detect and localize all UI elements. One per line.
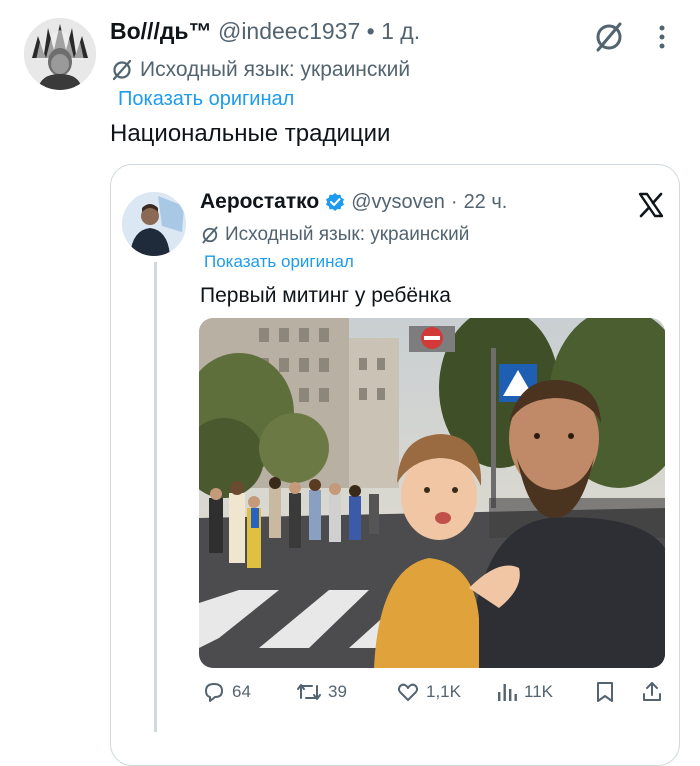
quoted-author-line[interactable]: Аеростатко @vysoven · 22 ч. xyxy=(200,190,507,214)
quoted-timestamp[interactable]: 22 ч. xyxy=(464,191,508,214)
more-icon[interactable] xyxy=(652,22,672,52)
like-count: 1,1K xyxy=(426,682,461,701)
verified-badge-icon xyxy=(326,193,345,211)
outer-timestamp[interactable]: 1 д. xyxy=(381,18,420,44)
bookmark-icon xyxy=(597,682,613,702)
bookmark-button[interactable] xyxy=(594,680,616,704)
like-icon xyxy=(397,683,419,701)
like-button[interactable]: 1,1K xyxy=(396,680,461,704)
quoted-translation-label: Исходный язык: украинский xyxy=(225,224,470,245)
outer-author-line[interactable]: Во///дь™ @indeec1937 • 1 д. xyxy=(110,18,420,45)
reply-count: 64 xyxy=(232,682,251,701)
outer-translation-note: Исходный язык: украинский xyxy=(110,58,410,82)
tweet-action-bar: 64 39 1,1K 11K xyxy=(198,680,668,710)
quoted-show-original-link[interactable]: Показать оригинал xyxy=(204,252,354,272)
outer-handle[interactable]: @indeec1937 xyxy=(218,18,360,44)
tweet-photo[interactable] xyxy=(199,318,665,668)
outer-separator: • xyxy=(366,18,375,44)
quoted-author-avatar[interactable] xyxy=(122,192,186,256)
quoted-separator: · xyxy=(450,190,458,213)
outer-translation-label: Исходный язык: украинский xyxy=(140,58,411,81)
outer-author-name[interactable]: Во///дь™ xyxy=(110,18,212,44)
x-logo-icon[interactable] xyxy=(636,190,666,220)
reply-button[interactable]: 64 xyxy=(202,680,251,704)
repost-button[interactable]: 39 xyxy=(296,680,347,704)
share-icon xyxy=(643,682,661,701)
outer-author-avatar[interactable] xyxy=(24,18,96,90)
reply-icon xyxy=(205,683,223,702)
grok-icon[interactable] xyxy=(592,20,626,54)
thread-line xyxy=(154,262,157,732)
translate-icon xyxy=(202,226,218,244)
quoted-tweet-text: Первый митинг у ребёнка xyxy=(200,284,451,307)
translate-icon xyxy=(112,59,132,81)
share-button[interactable] xyxy=(640,680,664,704)
views-icon xyxy=(498,684,517,701)
outer-show-original-link[interactable]: Показать оригинал xyxy=(118,88,294,111)
outer-tweet-text: Национальные традиции xyxy=(110,120,391,147)
quoted-author-name[interactable]: Аеростатко xyxy=(200,190,319,214)
views-count: 11K xyxy=(524,682,553,701)
quoted-translation-note: Исходный язык: украинский xyxy=(200,224,469,246)
repost-count: 39 xyxy=(328,682,347,701)
quoted-handle[interactable]: @vysoven xyxy=(351,191,445,214)
views-button[interactable]: 11K xyxy=(496,680,553,704)
repost-icon xyxy=(297,684,321,700)
